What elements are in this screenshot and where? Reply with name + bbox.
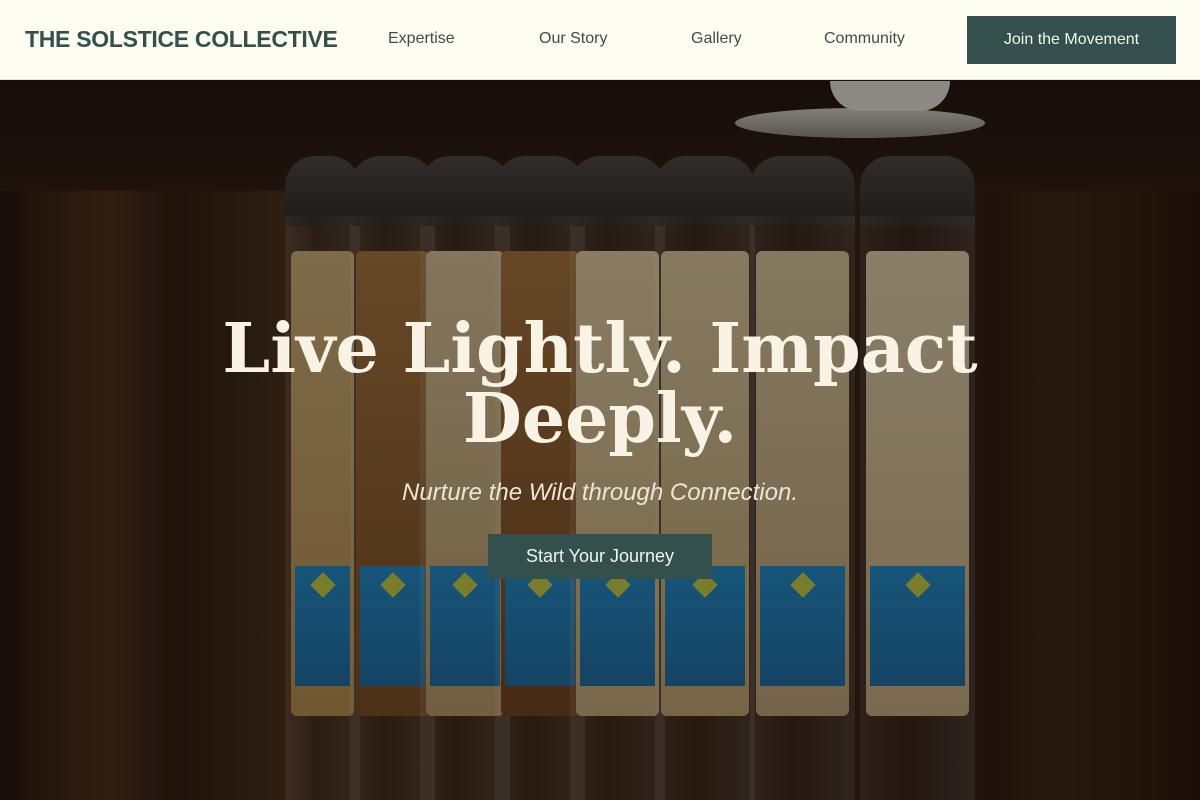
hero-section: Live Lightly. Impact Deeply. Nurture the… bbox=[0, 81, 1200, 800]
nav-link-gallery[interactable]: Gallery bbox=[691, 30, 742, 48]
top-navbar: THE SOLSTICE COLLECTIVE Expertise Our St… bbox=[0, 0, 1200, 80]
nav-link-our-story[interactable]: Our Story bbox=[539, 30, 607, 48]
nav-link-community[interactable]: Community bbox=[824, 30, 905, 48]
hero-subtitle: Nurture the Wild through Connection. bbox=[402, 479, 798, 506]
brand-logo-text[interactable]: THE SOLSTICE COLLECTIVE bbox=[25, 26, 338, 53]
start-journey-button[interactable]: Start Your Journey bbox=[488, 534, 712, 579]
join-movement-button[interactable]: Join the Movement bbox=[967, 16, 1176, 64]
nav-link-expertise[interactable]: Expertise bbox=[388, 30, 455, 48]
hero-title: Live Lightly. Impact Deeply. bbox=[222, 309, 978, 459]
